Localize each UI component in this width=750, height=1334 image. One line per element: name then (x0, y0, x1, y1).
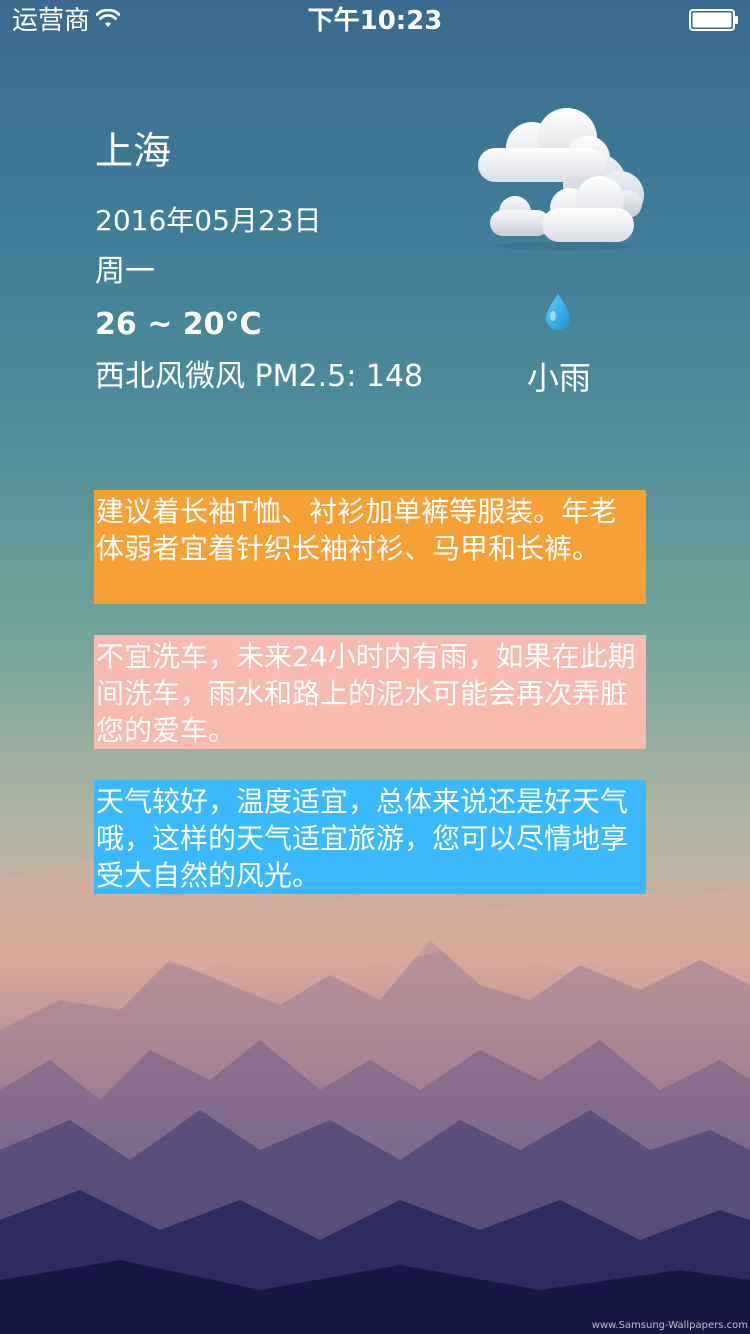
wallpaper-credit: www.Samsung-Wallpapers.com (591, 1320, 748, 1331)
travel-suggestion-card: 天气较好，温度适宜，总体来说还是好天气哦，这样的天气适宜旅游，您可以尽情地享受大… (94, 780, 646, 894)
raindrop-icon (543, 292, 573, 332)
cloudy-icon (470, 100, 650, 260)
temperature-range: 26 ~ 20°C (95, 307, 262, 342)
weekday-label: 周一 (95, 254, 155, 289)
date-label: 2016年05月23日 (95, 204, 322, 237)
wind-pm-label: 西北风微风 PM2.5: 148 (95, 359, 424, 394)
clothing-suggestion-card: 建议着长袖T恤、衬衫加单裤等服装。年老体弱者宜着针织长袖衬衫、马甲和长裤。 (94, 490, 646, 604)
city-name: 上海 (95, 129, 172, 173)
car-wash-suggestion-card: 不宜洗车，未来24小时内有雨，如果在此期间洗车，雨水和路上的泥水可能会再次弄脏您… (94, 635, 646, 749)
battery-icon (689, 9, 739, 31)
status-bar: 运营商 下午10:23 (0, 0, 750, 40)
status-time: 下午10:23 (307, 6, 443, 36)
weather-condition: 小雨 (527, 359, 592, 397)
